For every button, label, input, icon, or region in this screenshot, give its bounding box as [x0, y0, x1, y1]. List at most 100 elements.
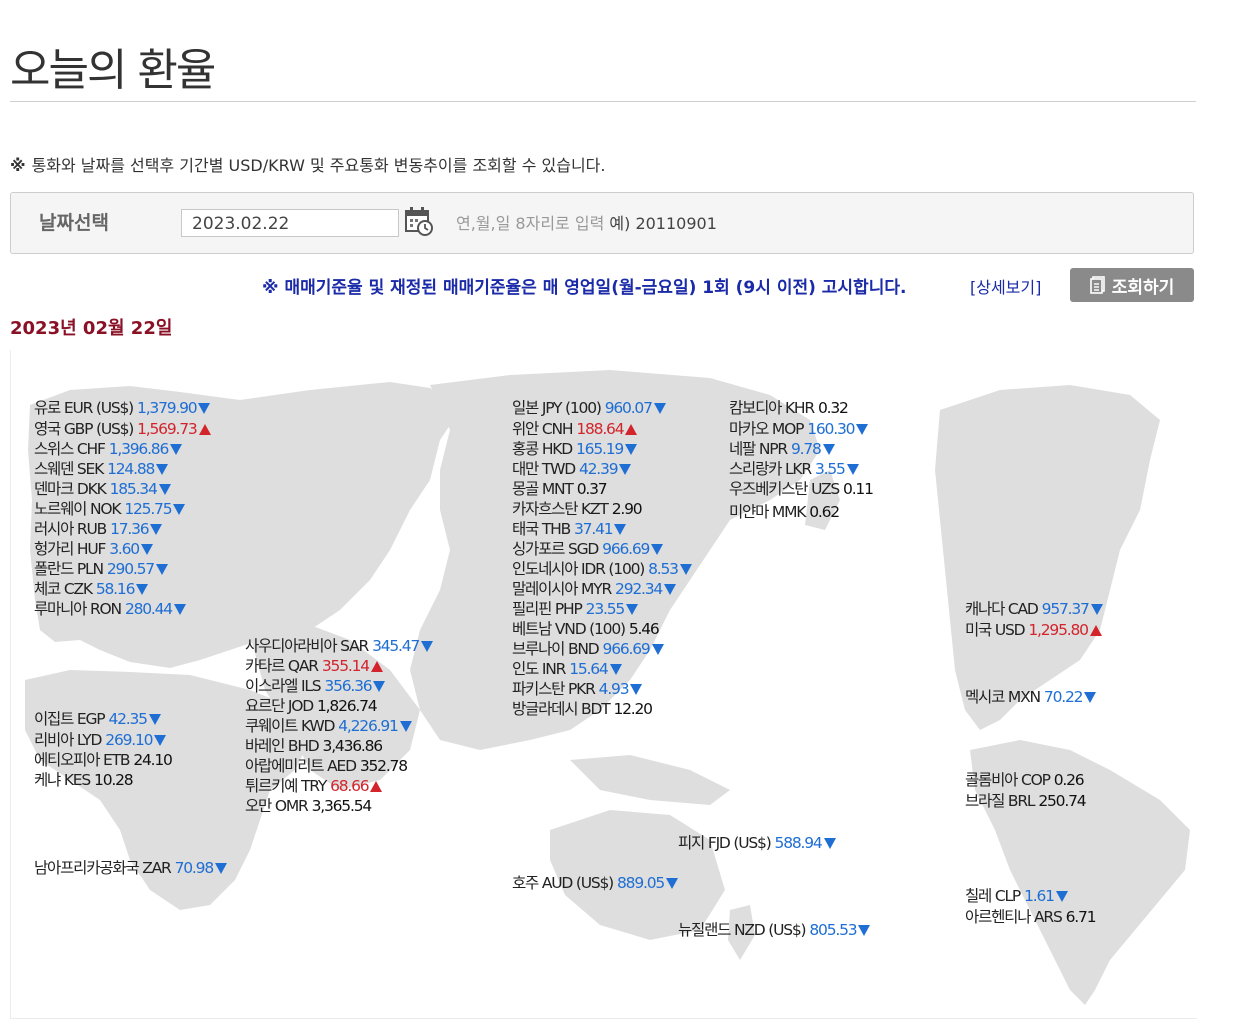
date-hint-text: 연,월,일 8자리로 입력 — [456, 214, 605, 233]
rate-item: 몽골 MNT 0.37 — [512, 479, 608, 499]
down-arrow-icon — [679, 564, 692, 575]
rate-item: 콜롬비아 COP 0.26 — [965, 770, 1085, 790]
currency-label: 바레인 BHD — [245, 737, 320, 755]
date-input[interactable] — [181, 209, 399, 237]
rate-value: 125.75 — [124, 500, 172, 518]
down-arrow-icon — [173, 604, 186, 615]
rate-value: 280.44 — [124, 600, 173, 618]
rate-value: 0.62 — [809, 503, 840, 521]
rate-item: 홍콩 HKD 165.19 — [512, 439, 638, 459]
rate-value: 68.66 — [330, 777, 370, 795]
currency-label: 필리핀 PHP — [512, 600, 583, 618]
currency-label: 칠레 CLP — [965, 887, 1021, 905]
rate-value: 957.37 — [1041, 600, 1090, 618]
currency-label: 케냐 KES — [34, 771, 91, 789]
down-arrow-icon — [614, 524, 627, 535]
currency-label: 오만 OMR — [245, 797, 309, 815]
rate-value: 124.88 — [107, 460, 155, 478]
rate-item: 요르단 JOD 1,826.74 — [245, 696, 378, 716]
rate-item: 남아프리카공화국 ZAR 70.98 — [34, 858, 227, 878]
query-button[interactable]: 조회하기 — [1070, 268, 1194, 302]
rate-item: 말레이시아 MYR 292.34 — [512, 579, 677, 599]
rate-item: 오만 OMR 3,365.54 — [245, 796, 373, 816]
rate-value: 15.64 — [569, 660, 609, 678]
rate-item: 베트남 VND (100) 5.46 — [512, 619, 660, 639]
notice-mark: ※ — [10, 156, 26, 175]
currency-label: 캐나다 CAD — [965, 600, 1039, 618]
currency-label: 아랍에미리트 AED — [245, 757, 357, 775]
currency-label: 아르헨티나 ARS — [965, 908, 1063, 926]
currency-label: 위안 CNH — [512, 420, 574, 438]
rate-item: 스웨덴 SEK 124.88 — [34, 459, 169, 479]
rate-item: 덴마크 DKK 185.34 — [34, 479, 171, 499]
rate-value: 42.35 — [108, 710, 148, 728]
query-button-label: 조회하기 — [1111, 277, 1175, 298]
currency-label: 파키스탄 PKR — [512, 680, 596, 698]
currency-label: 폴란드 PLN — [34, 560, 104, 578]
up-arrow-icon — [1089, 625, 1102, 636]
rate-item: 바레인 BHD 3,436.86 — [245, 736, 383, 756]
currency-label: 뉴질랜드 NZD (US$) — [678, 921, 807, 939]
rate-value: 8.53 — [648, 560, 679, 578]
currency-label: 멕시코 MXN — [965, 688, 1041, 706]
down-arrow-icon — [214, 863, 227, 874]
rate-item: 유로 EUR (US$) 1,379.90 — [34, 398, 211, 418]
currency-label: 스리랑카 LKR — [729, 460, 812, 478]
currency-label: 유로 EUR (US$) — [34, 399, 134, 417]
rate-item: 위안 CNH 188.64 — [512, 419, 638, 439]
currency-label: 캄보디아 KHR — [729, 399, 815, 417]
rate-value: 3.55 — [814, 460, 846, 478]
rate-item: 헝가리 HUF 3.60 — [34, 539, 153, 559]
date-heading: 2023년 02월 22일 — [10, 318, 173, 339]
publish-notice: ※ 매매기준율 및 재정된 매매기준율은 매 영업일(월-금요일) 1회 (9시… — [262, 278, 907, 298]
detail-link[interactable]: [상세보기] — [970, 274, 1041, 298]
down-arrow-icon — [626, 604, 639, 615]
down-arrow-icon — [625, 444, 638, 455]
notice-text: ※ 통화와 날짜를 선택후 기간별 USD/KRW 및 주요통화 변동추이를 조회… — [10, 152, 605, 176]
currency-label: 러시아 RUB — [34, 520, 107, 538]
rate-value: 1,396.86 — [108, 440, 170, 458]
rate-item: 스위스 CHF 1,396.86 — [34, 439, 183, 459]
currency-label: 베트남 VND (100) — [512, 620, 626, 638]
rate-item: 미얀마 MMK 0.62 — [729, 502, 840, 522]
date-hint-example: 예) 20110901 — [609, 214, 717, 233]
rate-value: 356.36 — [324, 677, 372, 695]
up-arrow-icon — [198, 424, 211, 435]
rate-item: 피지 FJD (US$) 588.94 — [678, 833, 836, 853]
rate-value: 1,826.74 — [317, 697, 378, 715]
notice-message: 통화와 날짜를 선택후 기간별 USD/KRW 및 주요통화 변동추이를 조회할… — [31, 156, 606, 175]
down-arrow-icon — [1090, 604, 1103, 615]
title-divider — [10, 101, 1196, 102]
rate-value: 1.61 — [1024, 887, 1055, 905]
rate-value: 889.05 — [617, 874, 665, 892]
down-arrow-icon — [1055, 891, 1068, 902]
rate-item: 노르웨이 NOK 125.75 — [34, 499, 186, 519]
currency-label: 카타르 QAR — [245, 657, 319, 675]
rate-item: 브라질 BRL 250.74 — [965, 791, 1087, 811]
rate-value: 9.78 — [790, 440, 822, 458]
currency-label: 요르단 JOD — [245, 697, 314, 715]
down-arrow-icon — [173, 504, 186, 515]
currency-label: 콜롬비아 COP — [965, 771, 1051, 789]
rate-value: 10.28 — [94, 771, 134, 789]
down-arrow-icon — [1084, 692, 1097, 703]
rate-value: 960.07 — [604, 399, 653, 417]
currency-label: 미얀마 MMK — [729, 503, 806, 521]
rate-value: 0.37 — [576, 480, 608, 498]
currency-label: 쿠웨이트 KWD — [245, 717, 335, 735]
rate-value: 3,365.54 — [311, 797, 373, 815]
rate-item: 마카오 MOP 160.30 — [729, 419, 869, 439]
currency-label: 몽골 MNT — [512, 480, 574, 498]
currency-label: 인도 INR — [512, 660, 566, 678]
currency-label: 싱가포르 SGD — [512, 540, 599, 558]
down-arrow-icon — [858, 925, 871, 936]
calendar-icon[interactable] — [404, 205, 434, 237]
down-arrow-icon — [823, 838, 836, 849]
rate-item: 파키스탄 PKR 4.93 — [512, 679, 643, 699]
down-arrow-icon — [198, 403, 211, 414]
document-icon — [1089, 276, 1105, 294]
down-arrow-icon — [666, 878, 679, 889]
rate-value: 352.78 — [359, 757, 408, 775]
down-arrow-icon — [170, 444, 183, 455]
rate-item: 리비아 LYD 269.10 — [34, 730, 167, 750]
